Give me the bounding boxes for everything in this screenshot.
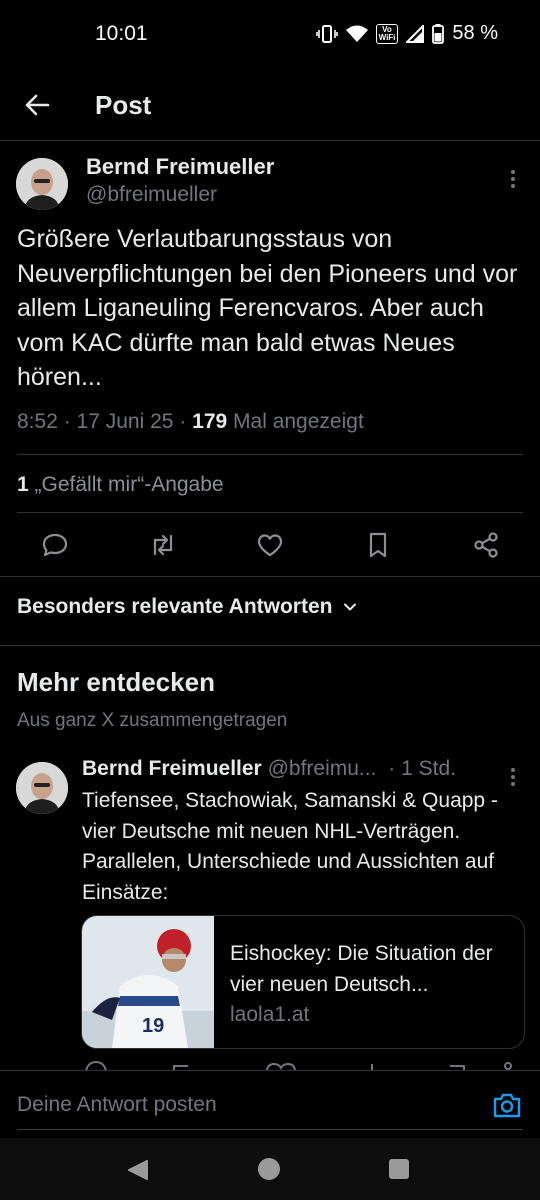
likes-summary[interactable]: 1 „Gefällt mir“-Angabe	[17, 473, 224, 497]
like-icon[interactable]	[255, 530, 285, 560]
post-meta: 8:52 · 17 Juni 25 · 179 Mal angezeigt	[17, 410, 364, 433]
share-icon[interactable]	[471, 530, 501, 560]
rec-post-text: Tiefensee, Stachowiak, Samanski & Quapp …	[82, 789, 498, 904]
back-arrow-icon[interactable]	[22, 90, 52, 120]
vowifi-icon: Vo WiFi	[375, 23, 399, 44]
discover-subtitle: Aus ganz X zusammengetragen	[17, 710, 288, 731]
post-date: 17 Juni 25	[76, 410, 174, 433]
author-name[interactable]: Bernd Freimueller	[86, 154, 274, 180]
bookmark-icon[interactable]	[363, 530, 393, 560]
link-card-image: 19	[82, 916, 214, 1048]
link-card[interactable]: 19 Eishockey: Die Situation der vier neu…	[81, 915, 525, 1049]
battery-icon	[432, 23, 445, 44]
wifi-icon	[345, 25, 368, 43]
more-icon[interactable]	[503, 164, 523, 194]
camera-icon[interactable]	[492, 1091, 522, 1119]
battery-percent: 58 %	[452, 22, 498, 44]
views-label: Mal angezeigt	[233, 410, 364, 433]
svg-text:19: 19	[142, 1015, 164, 1037]
author-avatar[interactable]	[16, 158, 68, 210]
rec-post-time: · 1 Std.	[388, 757, 456, 780]
nav-home-icon[interactable]	[257, 1157, 281, 1181]
divider	[17, 512, 523, 513]
nav-back-icon[interactable]	[126, 1158, 150, 1182]
reply-underline	[17, 1129, 523, 1130]
reply-input[interactable]: Deine Antwort posten	[17, 1093, 217, 1117]
status-bar: 10:01 Vo WiFi 58 %	[0, 0, 540, 70]
page-title: Post	[95, 90, 152, 120]
views-count: 179	[192, 410, 228, 433]
signal-icon	[406, 24, 425, 43]
status-icons: Vo WiFi 58 %	[315, 22, 498, 45]
rec-author-handle[interactable]: @bfreimu...	[268, 757, 377, 780]
rec-post-header: Bernd Freimueller @bfreimu... · 1 Std.	[82, 757, 502, 781]
system-nav-bar	[0, 1138, 540, 1200]
post-time: 8:52	[17, 410, 58, 433]
rec-author-name[interactable]: Bernd Freimueller	[82, 757, 262, 780]
status-time: 10:01	[95, 22, 148, 45]
divider	[0, 576, 540, 577]
repost-icon[interactable]	[148, 530, 178, 560]
top-app-bar: Post	[0, 70, 540, 141]
link-card-domain: laola1.at	[230, 1003, 310, 1026]
link-card-title: Eishockey: Die Situation der vier neuen …	[230, 942, 493, 996]
author-handle[interactable]: @bfreimueller	[86, 183, 217, 207]
reply-composer: Deine Antwort posten	[0, 1070, 540, 1139]
reply-icon[interactable]	[40, 530, 70, 560]
post-text: Größere Verlautbarungsstaus von Neuverpf…	[17, 225, 518, 391]
chevron-down-icon	[342, 599, 358, 615]
divider	[17, 454, 523, 455]
replies-sort-dropdown[interactable]: Besonders relevante Antworten	[17, 595, 358, 619]
discover-title: Mehr entdecken	[17, 667, 215, 697]
likes-label: „Gefällt mir“-Angabe	[34, 473, 224, 496]
vibrate-icon	[315, 24, 338, 44]
divider	[0, 645, 540, 646]
nav-recents-icon[interactable]	[388, 1158, 410, 1180]
sort-label: Besonders relevante Antworten	[17, 595, 333, 618]
likes-count: 1	[17, 473, 29, 496]
rec-author-avatar[interactable]	[16, 762, 68, 814]
